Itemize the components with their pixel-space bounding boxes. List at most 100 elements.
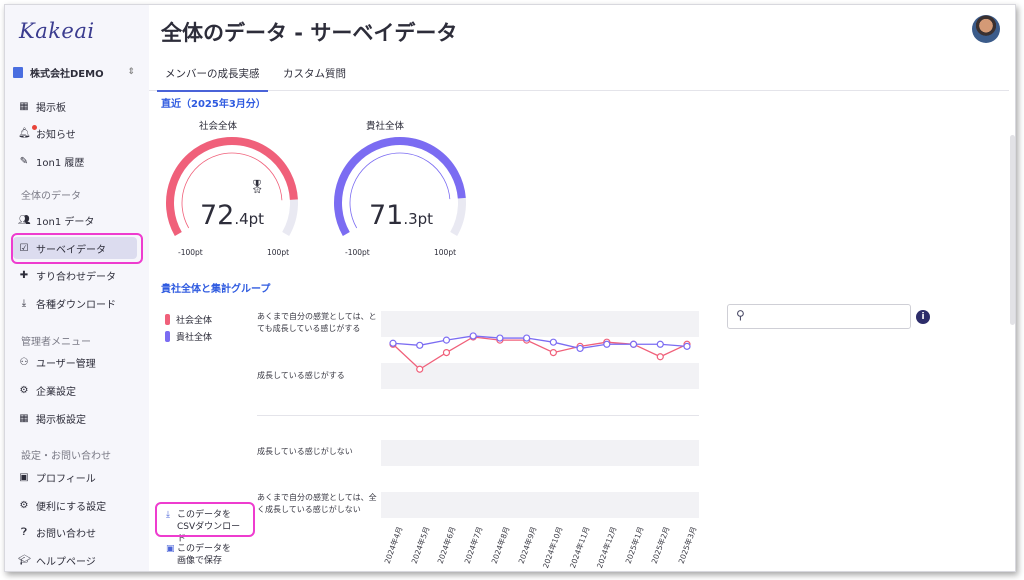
bell-icon: 🔔︎	[18, 127, 31, 139]
gauge-value-dec: .3pt	[403, 210, 434, 228]
legend-item-society[interactable]: 社会全体	[165, 313, 212, 326]
sidebar-item-board-settings[interactable]: ▦ 掲示板設定	[13, 407, 137, 429]
x-tick-label: 2024年7月	[462, 525, 485, 565]
sidebar-item-label: 1on1 履歴	[36, 157, 85, 169]
sidebar-item-label: 掲示板	[36, 102, 66, 114]
sidebar-item-help[interactable]: 🎓︎ ヘルプページ	[13, 549, 137, 571]
data-point[interactable]	[442, 336, 451, 344]
sidebar-item-label: 1on1 データ	[36, 216, 95, 228]
sidebar-item-label: 掲示板設定	[36, 414, 86, 426]
notification-dot	[32, 125, 37, 130]
x-tick-label: 2024年5月	[409, 525, 432, 565]
profile-icon: ▣	[19, 471, 29, 483]
company-selector[interactable]: 株式会社DEMO ⇕	[13, 63, 135, 81]
x-tick-label: 2025年1月	[623, 525, 645, 565]
data-point[interactable]	[629, 340, 638, 348]
gauge-label-company: 貴社全体	[365, 121, 404, 132]
data-point[interactable]	[656, 340, 664, 348]
sidebar-item-history[interactable]: ✎ 1on1 履歴	[13, 150, 137, 172]
line-chart	[389, 332, 691, 373]
page-title: 全体のデータ - サーベイデータ	[161, 21, 458, 45]
sidebar-item-label: 便利にする設定	[36, 501, 107, 513]
search-input[interactable]: ⚲	[727, 304, 911, 329]
app-logo: Kakeai	[19, 19, 95, 43]
sidebar-item-alignment-data[interactable]: ✚ すり合わせデータ	[13, 264, 137, 286]
legend-swatch	[165, 331, 170, 342]
company-name: 株式会社DEMO	[30, 68, 104, 80]
x-tick-label: 2024年8月	[489, 525, 512, 565]
sidebar-item-profile[interactable]: ▣ プロフィール	[13, 466, 137, 488]
sidebar-item-label: すり合わせデータ	[36, 271, 116, 283]
data-point[interactable]	[576, 344, 584, 353]
legend-label: 社会全体	[176, 316, 213, 326]
sidebar-item-1on1-data[interactable]: 👥︎ 1on1 データ	[13, 209, 137, 231]
search-icon: ⚲	[736, 308, 745, 322]
image-icon: ▣	[166, 544, 175, 554]
legend-swatch	[165, 314, 170, 325]
avatar[interactable]	[972, 15, 1000, 43]
data-point[interactable]	[416, 365, 424, 373]
sidebar: Kakeai 株式会社DEMO ⇕ ▦ 掲示板 🔔︎ お知らせ ✎ 1on1 履歴 全…	[5, 5, 149, 571]
puzzle-icon: ✚	[19, 269, 29, 281]
data-point[interactable]	[469, 332, 477, 340]
gauge-max-label: 100pt	[267, 248, 290, 257]
data-point[interactable]	[683, 342, 691, 350]
sidebar-item-preferences[interactable]: ⚙ 便利にする設定	[13, 494, 137, 516]
data-point[interactable]	[549, 348, 557, 357]
highlight-box	[155, 502, 255, 537]
x-tick-label: 2024年9月	[516, 525, 539, 565]
sidebar-item-label: ユーザー管理	[36, 358, 96, 370]
gauge-value-dec: .4pt	[234, 210, 265, 228]
sidebar-item-label: ヘルプページ	[36, 556, 96, 568]
sidebar-item-board[interactable]: ▦ 掲示板	[13, 95, 137, 117]
sidebar-item-notifications[interactable]: 🔔︎ お知らせ	[13, 122, 137, 144]
data-point[interactable]	[416, 341, 424, 349]
data-point[interactable]	[603, 340, 611, 348]
sidebar-item-company-settings[interactable]: ⚙ 企業設定	[13, 379, 137, 401]
medal-icon: 🎖︎	[249, 180, 266, 195]
data-point[interactable]	[523, 334, 531, 342]
gauge-company	[334, 137, 466, 236]
gauge-min-label: -100pt	[178, 248, 203, 257]
gauge-min-label: -100pt	[345, 248, 370, 257]
data-point[interactable]	[442, 348, 451, 357]
gauge-label-society: 社会全体	[198, 121, 237, 132]
sidebar-item-label: お問い合わせ	[36, 528, 96, 540]
legend-label: 貴社全体	[176, 333, 213, 343]
sidebar-item-label: 各種ダウンロード	[36, 299, 116, 311]
gear-icon: ⚙	[19, 499, 29, 511]
updown-icon: ⇕	[127, 67, 135, 77]
sidebar-item-user-management[interactable]: ⚇ ユーザー管理	[13, 351, 137, 373]
section-settings-label: 設定・お問い合わせ	[21, 451, 111, 462]
legend-item-company[interactable]: 貴社全体	[165, 330, 212, 343]
info-icon[interactable]: i	[916, 310, 930, 324]
sidebar-item-label: 企業設定	[36, 386, 76, 398]
y-label-very-growth: あくまで自分の感覚としては、とても成長している感じがする	[257, 312, 377, 333]
x-tick-label: 2024年4月	[382, 525, 405, 565]
data-point[interactable]	[389, 339, 397, 347]
data-point[interactable]	[656, 353, 664, 361]
section-admin-label: 管理者メニュー	[21, 337, 91, 348]
y-label-growth: 成長している感じがする	[257, 371, 345, 380]
scrollbar[interactable]	[1010, 135, 1015, 325]
sidebar-item-downloads[interactable]: ⤓ 各種ダウンロード	[13, 292, 137, 314]
x-tick-label: 2024年11月	[568, 525, 592, 570]
history-icon: ✎	[19, 155, 29, 167]
tab-member-growth[interactable]: メンバーの成長実感	[157, 61, 267, 92]
group-section-title: 貴社全体と集計グループ	[161, 284, 271, 295]
data-point[interactable]	[496, 334, 504, 342]
x-tick-label: 2025年2月	[649, 525, 672, 565]
data-point[interactable]	[549, 338, 557, 346]
save-image-button[interactable]: ▣ このデータを画像で保存	[166, 543, 237, 567]
gauge-value-society: 72.4pt	[167, 200, 297, 231]
sidebar-item-contact[interactable]: ❓︎ お問い合わせ	[13, 521, 137, 543]
x-tick-label: 2024年6月	[436, 525, 458, 565]
graduation-icon: 🎓︎	[18, 554, 31, 566]
tab-custom-questions[interactable]: カスタム質問	[283, 61, 346, 91]
board-icon: ▦	[19, 100, 29, 112]
y-label-no-growth-at-all: あくまで自分の感覚としては、全く成長している感じがしない	[257, 493, 377, 514]
recent-section-title: 直近（2025年3月分）	[161, 99, 266, 110]
x-tick-label: 2024年10月	[541, 525, 565, 570]
highlight-box	[11, 233, 143, 264]
people-icon: 👥︎	[18, 214, 31, 226]
